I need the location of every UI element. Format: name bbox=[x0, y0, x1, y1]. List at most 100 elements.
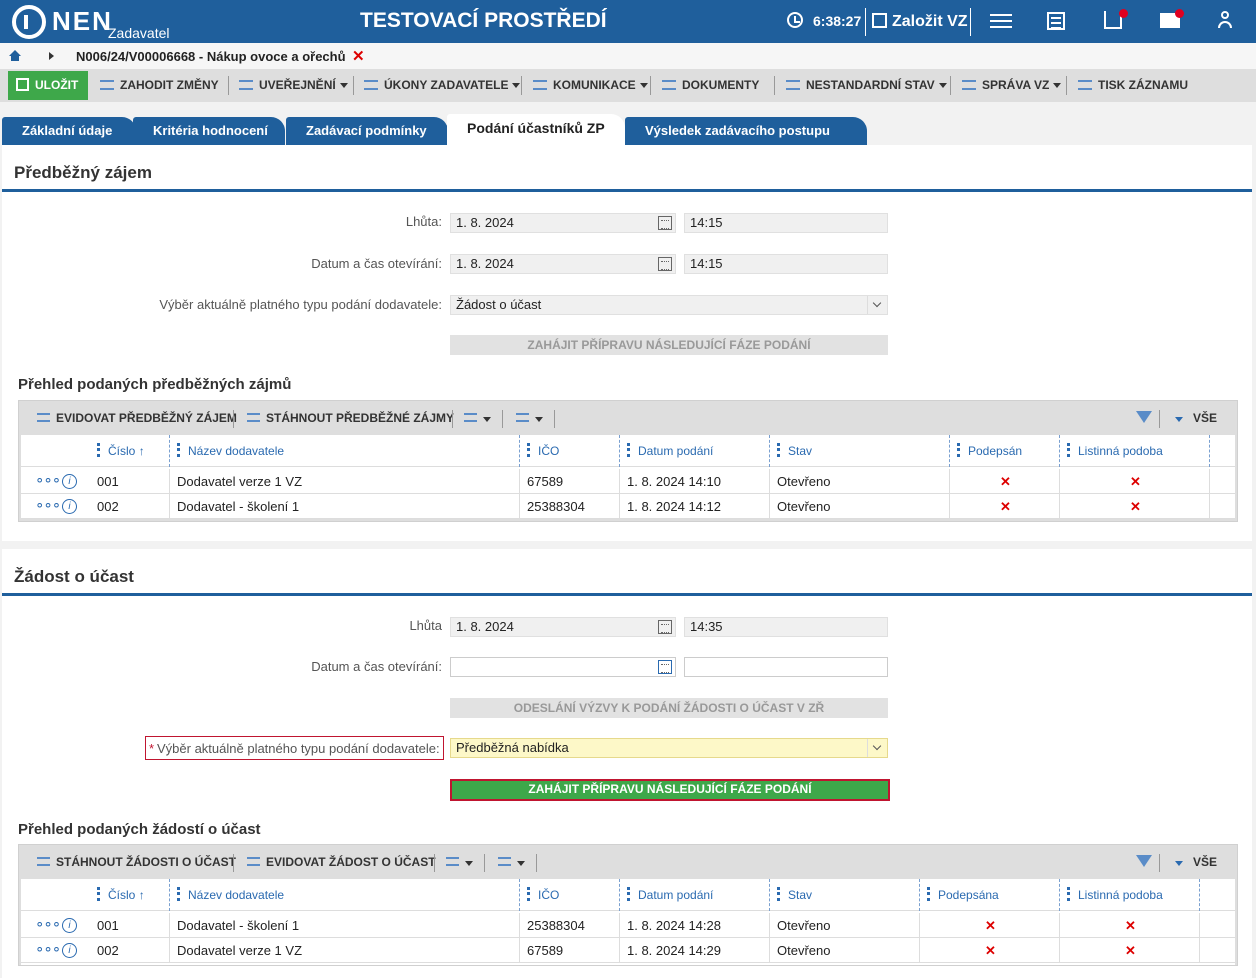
table-row[interactable]: ∘∘∘ i 002 Dodavatel - školení 1 25388304… bbox=[21, 494, 1235, 519]
filter-icon[interactable] bbox=[1136, 855, 1152, 867]
download-requests-button[interactable]: STÁHNOUT ŽÁDOSTI O ÚČAST bbox=[37, 845, 236, 879]
save-button[interactable]: ULOŽIT bbox=[8, 71, 88, 100]
table-row[interactable]: ∘∘∘ i 001 Dodavatel - školení 1 25388304… bbox=[21, 913, 1235, 938]
deadline-date-field[interactable]: 1. 8. 2024 bbox=[450, 213, 676, 233]
submission-type-select[interactable]: Předběžná nabídka bbox=[450, 738, 888, 758]
section-title: Žádost o účast bbox=[14, 567, 134, 586]
col-submission-date[interactable]: Datum podání bbox=[627, 879, 713, 911]
register-interest-button[interactable]: EVIDOVAT PŘEDBĚŽNÝ ZÁJEM bbox=[37, 401, 237, 435]
start-next-phase-button[interactable]: ZAHÁJIT PŘÍPRAVU NÁSLEDUJÍCÍ FÁZE PODÁNÍ bbox=[450, 779, 890, 801]
submission-type-label-box: * Výběr aktuálně platného typu podání do… bbox=[145, 736, 444, 760]
col-number[interactable]: Číslo ↑ bbox=[97, 879, 145, 911]
nen-logo-icon bbox=[12, 5, 46, 39]
col-submission-date[interactable]: Datum podání bbox=[627, 435, 713, 467]
signed-no-icon: ✕ bbox=[985, 943, 996, 958]
opening-time-field[interactable] bbox=[684, 657, 888, 677]
col-supplier-name[interactable]: Název dodavatele bbox=[177, 879, 284, 911]
breadcrumb-current[interactable]: N006/24/V00006668 - Nákup ovoce a ořechů bbox=[76, 49, 346, 64]
tab-procedure-result[interactable]: Výsledek zadávacího postupu bbox=[625, 117, 867, 145]
register-request-button[interactable]: EVIDOVAT ŽÁDOST O ÚČAST bbox=[247, 845, 436, 879]
opening-date-field[interactable]: 1. 8. 2024 bbox=[450, 254, 676, 274]
tab-bar: Základní údaje Kritéria hodnocení Zadáva… bbox=[0, 102, 1256, 145]
deadline-time-field[interactable]: 14:15 bbox=[684, 213, 888, 233]
home-icon[interactable] bbox=[9, 50, 21, 61]
info-icon[interactable]: i bbox=[62, 499, 77, 514]
discard-changes-button[interactable]: ZAHODIT ZMĚNY bbox=[100, 69, 219, 102]
filter-icon[interactable] bbox=[1136, 411, 1152, 423]
participation-request-grid: STÁHNOUT ŽÁDOSTI O ÚČAST EVIDOVAT ŽÁDOST… bbox=[18, 844, 1238, 966]
submission-type-label: Výběr aktuálně platného typu podání doda… bbox=[157, 741, 440, 756]
info-icon[interactable]: i bbox=[62, 943, 77, 958]
deadline-date-field[interactable]: 1. 8. 2024 bbox=[450, 617, 676, 637]
vz-management-menu[interactable]: SPRÁVA VZ bbox=[962, 69, 1062, 102]
documents-button[interactable]: DOKUMENTY bbox=[662, 69, 759, 102]
table-row[interactable]: ∘∘∘ i 002 Dodavatel verze 1 VZ 67589 1. … bbox=[21, 938, 1235, 963]
col-supplier-name[interactable]: Název dodavatele bbox=[177, 435, 284, 467]
close-icon[interactable]: ✕ bbox=[352, 47, 365, 65]
create-vz-button[interactable]: Založit VZ bbox=[865, 8, 971, 36]
info-icon[interactable]: i bbox=[62, 474, 77, 489]
contracting-actions-menu[interactable]: ÚKONY ZADAVATELE bbox=[364, 69, 521, 102]
export-menu[interactable] bbox=[498, 845, 525, 879]
row-menu-icon[interactable]: ∘∘∘ bbox=[35, 913, 61, 936]
submission-type-select[interactable]: Žádost o účast bbox=[450, 295, 888, 315]
print-menu[interactable] bbox=[446, 845, 473, 879]
calendar-icon[interactable] bbox=[658, 216, 672, 230]
col-ico[interactable]: IČO bbox=[527, 435, 559, 467]
table-row[interactable]: ∘∘∘ i 001 Dodavatel verze 1 VZ 67589 1. … bbox=[21, 469, 1235, 494]
print-menu[interactable] bbox=[464, 401, 491, 435]
chevron-down-icon[interactable] bbox=[867, 296, 887, 314]
opening-label: Datum a čas otevírání: bbox=[311, 256, 442, 271]
tab-tender-conditions[interactable]: Zadávací podmínky bbox=[286, 117, 448, 145]
calculator-icon[interactable] bbox=[1047, 12, 1065, 30]
list-icon bbox=[239, 80, 253, 90]
opening-date-field[interactable] bbox=[450, 657, 676, 677]
chevron-down-icon[interactable] bbox=[867, 739, 887, 757]
sort-arrow-icon: ↑ bbox=[138, 444, 145, 458]
row-menu-icon[interactable]: ∘∘∘ bbox=[35, 469, 61, 492]
session-timer: 6:38:27 bbox=[813, 13, 862, 29]
col-state[interactable]: Stav bbox=[777, 435, 812, 467]
signed-no-icon: ✕ bbox=[1000, 474, 1011, 489]
col-state[interactable]: Stav bbox=[777, 879, 812, 911]
required-mark: * bbox=[149, 741, 155, 756]
opening-time-field[interactable]: 14:15 bbox=[684, 254, 888, 274]
show-all-button[interactable]: VŠE bbox=[1175, 845, 1217, 879]
calendar-icon[interactable] bbox=[658, 257, 672, 271]
calendar-icon[interactable] bbox=[658, 660, 672, 674]
show-all-button[interactable]: VŠE bbox=[1175, 401, 1217, 435]
print-record-button[interactable]: TISK ZÁZNAMU bbox=[1078, 69, 1188, 102]
menu-icon[interactable] bbox=[990, 10, 1012, 32]
save-icon bbox=[16, 78, 29, 91]
col-number[interactable]: Číslo ↑ bbox=[97, 435, 145, 467]
col-paper-form[interactable]: Listinná podoba bbox=[1067, 879, 1163, 911]
nonstandard-state-menu[interactable]: NESTANDARDNÍ STAV bbox=[786, 69, 947, 102]
calendar-icon[interactable] bbox=[658, 620, 672, 634]
communication-menu[interactable]: KOMUNIKACE bbox=[533, 69, 648, 102]
tab-evaluation-criteria[interactable]: Kritéria hodnocení bbox=[133, 117, 285, 145]
tab-basic-info[interactable]: Základní údaje bbox=[2, 117, 136, 145]
row-menu-icon[interactable]: ∘∘∘ bbox=[35, 938, 61, 961]
download-interests-button[interactable]: STÁHNOUT PŘEDBĚŽNÉ ZÁJMY bbox=[247, 401, 454, 435]
deadline-time-field[interactable]: 14:35 bbox=[684, 617, 888, 637]
publishing-menu[interactable]: UVEŘEJNĚNÍ bbox=[239, 69, 348, 102]
tab-participant-submissions[interactable]: Podání účastníků ZP bbox=[447, 114, 625, 145]
export-icon bbox=[516, 413, 529, 422]
col-signed[interactable]: Podepsána bbox=[927, 879, 999, 911]
opening-label: Datum a čas otevírání: bbox=[311, 659, 442, 674]
send-invitation-button[interactable]: ODESLÁNÍ VÝZVY K PODÁNÍ ŽÁDOSTI O ÚČAST … bbox=[450, 698, 888, 718]
preliminary-interest-panel: Předběžný zájem Lhůta: 1. 8. 2024 14:15 … bbox=[2, 145, 1252, 541]
col-paper-form[interactable]: Listinná podoba bbox=[1067, 435, 1163, 467]
col-ico[interactable]: IČO bbox=[527, 879, 559, 911]
breadcrumb: N006/24/V00006668 - Nákup ovoce a ořechů… bbox=[0, 43, 1256, 69]
print-icon bbox=[446, 857, 459, 866]
main-toolbar: ULOŽIT ZAHODIT ZMĚNY UVEŘEJNĚNÍ ÚKONY ZA… bbox=[0, 69, 1256, 102]
info-icon[interactable]: i bbox=[62, 918, 77, 933]
col-signed[interactable]: Podepsán bbox=[957, 435, 1022, 467]
row-menu-icon[interactable]: ∘∘∘ bbox=[35, 494, 61, 517]
user-icon[interactable] bbox=[1217, 11, 1233, 29]
export-menu[interactable] bbox=[516, 401, 543, 435]
list-icon bbox=[37, 857, 50, 866]
submission-type-label: Výběr aktuálně platného typu podání doda… bbox=[159, 297, 442, 312]
start-next-phase-button[interactable]: ZAHÁJIT PŘÍPRAVU NÁSLEDUJÍCÍ FÁZE PODÁNÍ bbox=[450, 335, 888, 355]
